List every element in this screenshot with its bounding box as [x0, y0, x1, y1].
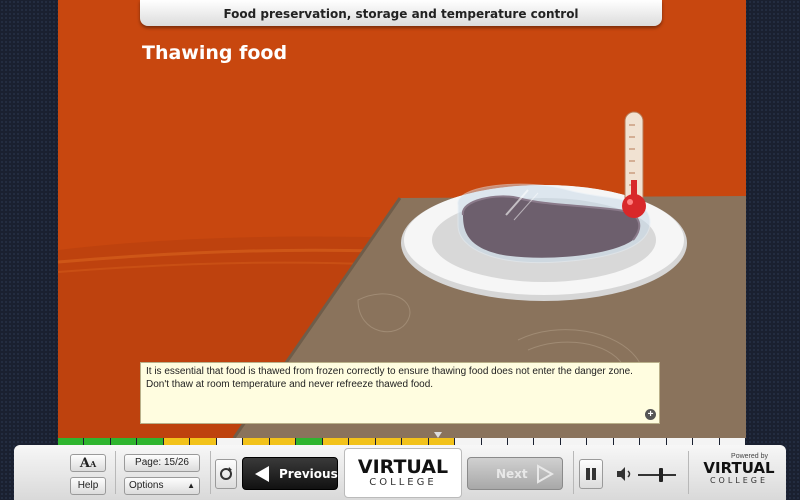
progress-segment: [455, 438, 481, 445]
progress-segment: [190, 438, 216, 445]
progress-segment: [110, 438, 137, 445]
replay-button[interactable]: [215, 459, 237, 489]
control-bar: AA Help Page: 15/26 Options ▲ Previous V…: [14, 445, 786, 500]
pause-icon: [586, 468, 596, 480]
logo-college-text: COLLEGE: [369, 477, 437, 488]
page-indicator: Page: 15/26: [124, 454, 200, 472]
powered-logo-college: COLLEGE: [709, 476, 769, 485]
progress-segment: [402, 438, 428, 445]
logo-virtual-text: VIRTUAL: [357, 456, 449, 478]
arrow-left-icon: [255, 466, 269, 482]
progress-segment: [693, 438, 719, 445]
font-size-icon-small: A: [89, 459, 97, 469]
progress-segment: [640, 438, 666, 445]
progress-segment: [243, 438, 269, 445]
options-select[interactable]: Options ▲: [124, 477, 200, 495]
progress-segment: [58, 438, 84, 445]
next-label: Next: [496, 467, 528, 481]
progress-segment: [534, 438, 560, 445]
divider: [115, 451, 116, 494]
chevron-up-icon: ▲: [187, 481, 195, 490]
progress-segment: [84, 438, 110, 445]
previous-button[interactable]: Previous: [242, 457, 338, 490]
volume-slider-handle[interactable]: [658, 468, 663, 482]
progress-marker-icon: [434, 432, 442, 438]
progress-segment: [375, 438, 402, 445]
slide-heading: Thawing food: [142, 42, 288, 64]
progress-segment: [587, 438, 613, 445]
arrow-right-icon: [537, 464, 554, 484]
progress-segment: [163, 438, 190, 445]
options-label: Options: [129, 480, 164, 491]
course-title: Food preservation, storage and temperatu…: [223, 7, 579, 21]
caption-text: It is essential that food is thawed from…: [146, 366, 633, 390]
powered-logo-virtual: VIRTUAL: [703, 459, 775, 477]
pause-button[interactable]: [579, 459, 603, 489]
course-title-bar: Food preservation, storage and temperatu…: [140, 0, 662, 26]
volume-icon[interactable]: [614, 464, 634, 484]
progress-segment: [349, 438, 375, 445]
next-button[interactable]: Next: [467, 457, 563, 490]
progress-segment: [296, 438, 322, 445]
font-size-button[interactable]: AA: [70, 454, 106, 472]
divider: [210, 451, 211, 494]
caption-box: It is essential that food is thawed from…: [140, 362, 660, 424]
progress-segment: [269, 438, 296, 445]
volume-slider[interactable]: [638, 468, 676, 482]
progress-segment: [216, 438, 243, 445]
replay-icon: [220, 467, 232, 480]
progress-segment: [507, 438, 534, 445]
progress-segment: [666, 438, 693, 445]
progress-segment: [428, 438, 455, 445]
divider: [573, 451, 574, 494]
divider: [688, 451, 689, 494]
progress-segment: [560, 438, 587, 445]
progress-segment: [322, 438, 349, 445]
help-button[interactable]: Help: [70, 477, 106, 495]
previous-label: Previous: [279, 467, 338, 481]
progress-segment: [481, 438, 507, 445]
progress-bar: [58, 432, 746, 445]
powered-by-logo: Powered by VIRTUAL COLLEGE: [696, 453, 782, 486]
progress-segment: [719, 438, 746, 445]
font-size-icon-large: A: [79, 456, 90, 471]
slide-stage: Food preservation, storage and temperatu…: [58, 0, 746, 438]
progress-segment: [137, 438, 163, 445]
progress-segment: [613, 438, 640, 445]
expand-caption-icon[interactable]: +: [645, 409, 656, 420]
virtual-college-logo: VIRTUAL COLLEGE: [344, 448, 462, 498]
